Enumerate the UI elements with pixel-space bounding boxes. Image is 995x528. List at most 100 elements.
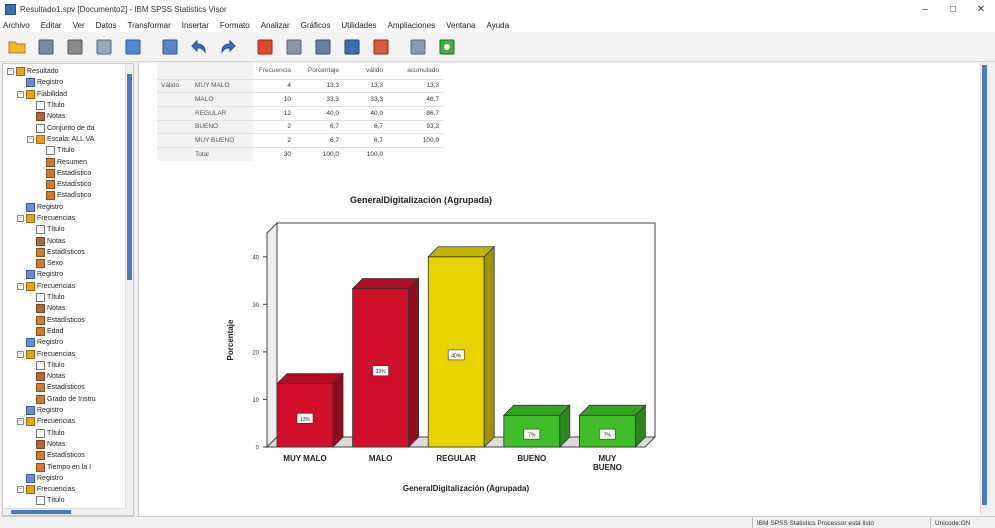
menu-item-utilidades[interactable]: Utilidades [341, 21, 376, 30]
outline-item[interactable]: Título [3, 292, 127, 303]
outline-item[interactable]: Título [3, 428, 127, 439]
designate-window-button[interactable] [407, 36, 429, 58]
variables-button[interactable] [312, 36, 334, 58]
content-vertical-scrollbar[interactable] [980, 63, 988, 516]
outline-item[interactable]: Grado de Instru [3, 394, 127, 405]
outline-item[interactable]: Notas [3, 111, 127, 122]
outline-item-label: Sexo [47, 260, 63, 268]
open-folder-button[interactable] [6, 36, 28, 58]
undo-icon [191, 39, 206, 54]
outline-pane[interactable]: − Resultado Registro − Fiabilidad Título Notas… [2, 63, 134, 516]
menu-item-insertar[interactable]: Insertar [182, 21, 209, 30]
outline-item[interactable]: Estadístico [3, 179, 127, 190]
collapse-toggle-icon[interactable]: − [17, 486, 24, 494]
outline-item[interactable]: Estadístico [3, 168, 127, 179]
title-icon [46, 146, 55, 156]
menu-item-analizar[interactable]: Analizar [261, 21, 290, 30]
scroll-thumb[interactable] [982, 65, 987, 505]
outline-item[interactable]: Título [3, 145, 127, 156]
scroll-thumb[interactable] [127, 74, 132, 280]
outline-item[interactable]: − Frecuencias [3, 484, 127, 495]
menu-item-editar[interactable]: Editar [41, 21, 62, 30]
outline-item[interactable]: Estadísticos [3, 450, 127, 461]
outline-item[interactable]: Edad [3, 326, 127, 337]
title-icon [36, 496, 45, 506]
outline-item[interactable]: Registro [3, 269, 127, 280]
print-preview-button[interactable] [93, 36, 115, 58]
menu-item-transformar[interactable]: Transformar [128, 21, 171, 30]
collapse-toggle-icon[interactable]: − [27, 135, 34, 143]
export-button[interactable] [122, 36, 144, 58]
outline-item[interactable]: Registro [3, 202, 127, 213]
outline-item[interactable]: Título [3, 495, 127, 506]
minimize-button[interactable]: – [911, 0, 939, 18]
collapse-toggle-icon[interactable]: − [7, 68, 14, 76]
recall-dialog-button[interactable] [159, 36, 181, 58]
collapse-toggle-icon[interactable]: − [17, 418, 24, 426]
save-button[interactable] [35, 36, 57, 58]
scroll-thumb[interactable] [11, 510, 71, 514]
outline-item-label: Notas [47, 305, 66, 313]
outline-item[interactable]: Registro [3, 77, 127, 88]
goto-case-button[interactable] [283, 36, 305, 58]
pivot-button[interactable] [341, 36, 363, 58]
outline-item[interactable]: Título [3, 224, 127, 235]
show-all-button[interactable] [370, 36, 392, 58]
close-button[interactable]: ✕ [967, 0, 995, 18]
outline-item[interactable]: Estadístico [3, 190, 127, 201]
outline-item[interactable]: − Frecuencias [3, 416, 127, 427]
outline-item[interactable]: Registro [3, 473, 127, 484]
outline-item[interactable]: − Resultado [3, 66, 127, 77]
book-icon [26, 281, 35, 291]
outline-item[interactable]: Notas [3, 371, 127, 382]
redo-button[interactable] [217, 36, 239, 58]
outline-horizontal-scrollbar[interactable] [3, 508, 126, 515]
outline-item[interactable]: Estadísticos [3, 382, 127, 393]
outline-item[interactable]: − Frecuencias [3, 213, 127, 224]
outline-item[interactable]: Estadísticos [3, 247, 127, 258]
outline-item[interactable]: Tiempo en la I [3, 461, 127, 472]
outline-item[interactable]: Título [3, 100, 127, 111]
bar-top [276, 373, 344, 385]
outline-item[interactable]: − Frecuencias [3, 281, 127, 292]
maximize-button[interactable]: □ [939, 0, 967, 18]
goto-data-button[interactable] [254, 36, 276, 58]
outline-item[interactable]: − Frecuencias [3, 348, 127, 359]
menu-item-ayuda[interactable]: Ayuda [487, 21, 510, 30]
menu-item-datos[interactable]: Datos [96, 21, 117, 30]
undo-button[interactable] [188, 36, 210, 58]
menu-item-ver[interactable]: Ver [73, 21, 85, 30]
outline-item[interactable]: − Fiabilidad [3, 89, 127, 100]
collapse-toggle-icon[interactable]: − [17, 350, 24, 358]
title-icon [36, 123, 45, 133]
menu-item-ventana[interactable]: Ventana [446, 21, 475, 30]
outline-item[interactable]: Registro [3, 405, 127, 416]
insert-button[interactable] [436, 36, 458, 58]
print-button[interactable] [64, 36, 86, 58]
outline-item[interactable]: Registro [3, 337, 127, 348]
status-unicode: Unicode:ON [930, 518, 995, 528]
outline-item[interactable]: Resumen [3, 156, 127, 167]
outline-item[interactable]: − Escala: ALL VA [3, 134, 127, 145]
outline-item[interactable]: Sexo [3, 258, 127, 269]
outline-item[interactable]: Estadísticos [3, 315, 127, 326]
bar-chart[interactable]: 0 10 20 30 40 Porcentaje 13% MUY MALO 33% MALO 40%… [139, 63, 899, 503]
outline-item[interactable]: Título [3, 360, 127, 371]
menu-item-ampliaciones[interactable]: Ampliaciones [388, 21, 436, 30]
outline-item[interactable]: Notas [3, 303, 127, 314]
outline-item[interactable]: Notas [3, 235, 127, 246]
collapse-toggle-icon[interactable]: − [17, 215, 24, 222]
outline-item-label: Registro [37, 271, 64, 279]
outline-item[interactable]: Conjunto de da [3, 122, 127, 133]
menu-item-archivo[interactable]: Archivo [3, 21, 30, 30]
outline-vertical-scrollbar[interactable] [125, 64, 133, 515]
output-content-pane[interactable]: Frecuencia Porcentaje válido acumulado V… [138, 63, 988, 516]
outline-item[interactable]: Notas [3, 439, 127, 450]
bar-top [351, 278, 420, 289]
menu-item-graficos[interactable]: Gráficos [301, 21, 331, 30]
bar-side [408, 277, 419, 448]
collapse-toggle-icon[interactable]: − [17, 90, 24, 98]
y-tick-label: 20 [252, 350, 259, 356]
menu-item-formato[interactable]: Formato [220, 21, 250, 30]
collapse-toggle-icon[interactable]: − [17, 282, 24, 290]
